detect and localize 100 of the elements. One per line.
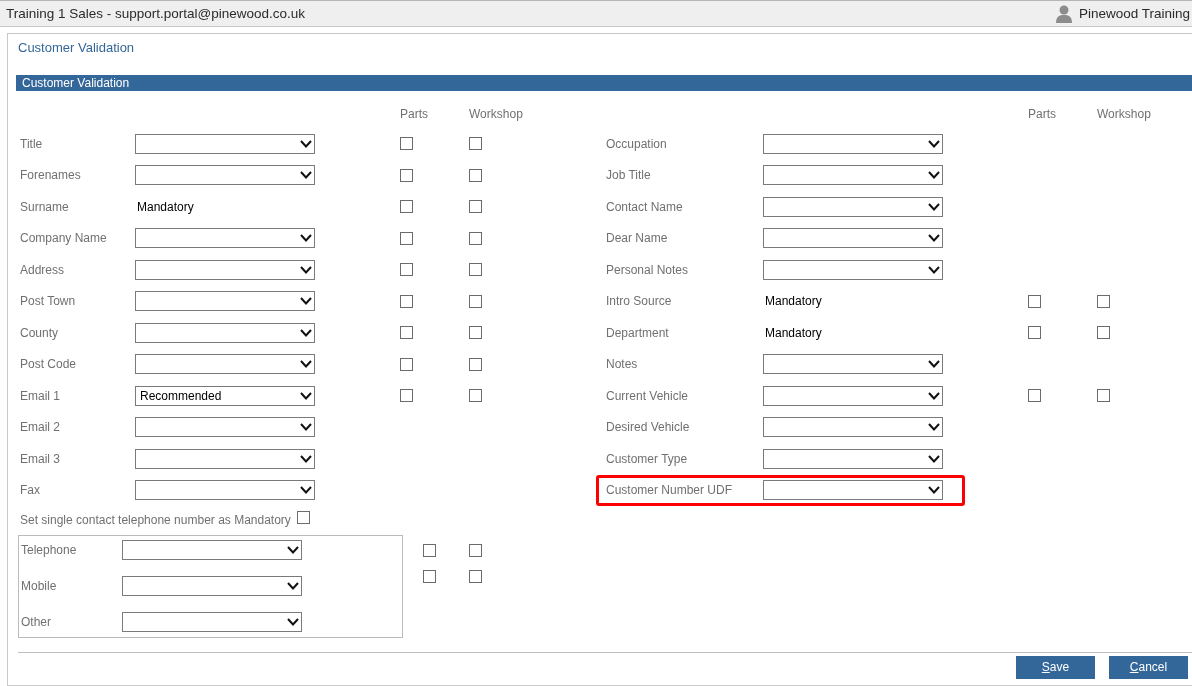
checkbox[interactable] bbox=[400, 200, 413, 214]
checkbox[interactable] bbox=[400, 389, 413, 403]
dropdown[interactable] bbox=[763, 133, 943, 154]
dropdown[interactable] bbox=[135, 480, 315, 501]
save-button[interactable]: Save bbox=[1016, 656, 1095, 679]
chevron-down-icon bbox=[300, 486, 312, 495]
field-label: Email 2 bbox=[20, 420, 60, 435]
field-label: Address bbox=[20, 262, 65, 277]
checkbox[interactable] bbox=[469, 326, 482, 340]
field-label: Post Code bbox=[20, 357, 77, 372]
checkbox[interactable] bbox=[400, 263, 413, 277]
chevron-down-icon bbox=[287, 618, 299, 626]
chevron-down-icon bbox=[300, 297, 312, 306]
checkbox[interactable] bbox=[423, 544, 436, 557]
checkbox[interactable] bbox=[469, 263, 482, 277]
field-label: Notes bbox=[606, 357, 638, 372]
field-label: Personal Notes bbox=[606, 262, 689, 277]
field-label: Post Town bbox=[20, 294, 76, 309]
field-label: Dear Name bbox=[606, 231, 668, 246]
chevron-down-icon bbox=[928, 202, 940, 211]
dropdown[interactable] bbox=[122, 576, 302, 596]
chevron-down-icon bbox=[300, 265, 312, 274]
chevron-down-icon bbox=[287, 546, 299, 554]
dropdown[interactable] bbox=[135, 165, 315, 186]
checkbox[interactable] bbox=[1028, 326, 1041, 340]
option-label: Set single contact telephone number as Mandatory bbox=[20, 513, 291, 527]
checkbox[interactable] bbox=[1097, 326, 1110, 340]
user-name[interactable]: Pinewood Training bbox=[1078, 6, 1190, 21]
checkbox[interactable] bbox=[400, 137, 413, 151]
field-label: Occupation bbox=[606, 136, 667, 151]
cancel-button[interactable]: Cancel bbox=[1109, 656, 1188, 679]
field-label: Mobile bbox=[21, 579, 57, 593]
field-label: Fax bbox=[20, 483, 40, 498]
chevron-down-icon bbox=[928, 423, 940, 432]
dropdown[interactable] bbox=[763, 196, 943, 217]
user-icon bbox=[1055, 4, 1072, 23]
dropdown[interactable] bbox=[763, 448, 943, 469]
dropdown[interactable] bbox=[135, 354, 315, 375]
checkbox[interactable] bbox=[469, 137, 482, 151]
dropdown[interactable] bbox=[763, 417, 943, 438]
checkbox[interactable] bbox=[469, 389, 482, 403]
field-label: Surname bbox=[20, 199, 69, 214]
dropdown[interactable] bbox=[763, 354, 943, 375]
field-label: Telephone bbox=[21, 543, 77, 557]
dropdown[interactable] bbox=[135, 228, 315, 249]
chevron-down-icon bbox=[928, 486, 940, 495]
field-label: Company Name bbox=[20, 231, 107, 246]
checkbox[interactable] bbox=[469, 168, 482, 182]
dropdown[interactable] bbox=[763, 480, 943, 501]
checkbox[interactable] bbox=[469, 544, 482, 557]
value-text: Mandatory bbox=[764, 294, 822, 309]
checkbox[interactable] bbox=[296, 510, 310, 524]
checkbox[interactable] bbox=[469, 570, 482, 583]
checkbox[interactable] bbox=[400, 168, 413, 182]
dropdown[interactable] bbox=[763, 228, 943, 249]
field-label: Customer Type bbox=[606, 451, 688, 466]
dropdown[interactable] bbox=[763, 259, 943, 280]
checkbox[interactable] bbox=[469, 294, 482, 308]
checkbox[interactable] bbox=[1028, 389, 1041, 403]
dropdown[interactable] bbox=[763, 385, 943, 406]
page-title: Customer Validation bbox=[18, 40, 135, 56]
field-label: County bbox=[20, 325, 59, 340]
chevron-down-icon bbox=[287, 582, 299, 590]
chevron-down-icon bbox=[300, 423, 312, 432]
checkbox[interactable] bbox=[1028, 294, 1041, 308]
checkbox[interactable] bbox=[469, 231, 482, 245]
checkbox[interactable] bbox=[400, 326, 413, 340]
checkbox[interactable] bbox=[400, 357, 413, 371]
dropdown[interactable] bbox=[135, 291, 315, 312]
column-header: Workshop bbox=[1097, 107, 1151, 121]
section-header: Customer Validation bbox=[16, 75, 1192, 91]
dropdown[interactable] bbox=[122, 612, 302, 632]
column-header: Workshop bbox=[469, 107, 523, 121]
field-label: Department bbox=[606, 325, 669, 340]
column-header: Parts bbox=[400, 107, 428, 121]
checkbox[interactable] bbox=[400, 294, 413, 308]
chevron-down-icon bbox=[928, 391, 940, 400]
dropdown[interactable] bbox=[135, 417, 315, 438]
chevron-down-icon bbox=[928, 171, 940, 180]
dropdown[interactable] bbox=[135, 448, 315, 469]
chevron-down-icon bbox=[300, 454, 312, 463]
field-label: Current Vehicle bbox=[606, 388, 689, 403]
checkbox[interactable] bbox=[400, 231, 413, 245]
chevron-down-icon bbox=[300, 391, 312, 400]
checkbox[interactable] bbox=[423, 570, 436, 583]
chevron-down-icon bbox=[928, 360, 940, 369]
chevron-down-icon bbox=[300, 139, 312, 148]
dropdown[interactable] bbox=[763, 165, 943, 186]
checkbox[interactable] bbox=[469, 357, 482, 371]
dropdown[interactable] bbox=[135, 133, 315, 154]
dropdown[interactable] bbox=[135, 259, 315, 280]
chevron-down-icon bbox=[300, 360, 312, 369]
dropdown[interactable] bbox=[122, 540, 302, 560]
checkbox[interactable] bbox=[1097, 294, 1110, 308]
dropdown[interactable] bbox=[135, 322, 315, 343]
checkbox[interactable] bbox=[469, 200, 482, 214]
value-text: Mandatory bbox=[136, 199, 194, 214]
checkbox[interactable] bbox=[1097, 389, 1110, 403]
field-label: Forenames bbox=[20, 168, 81, 183]
dropdown[interactable]: Recommended bbox=[135, 385, 315, 406]
